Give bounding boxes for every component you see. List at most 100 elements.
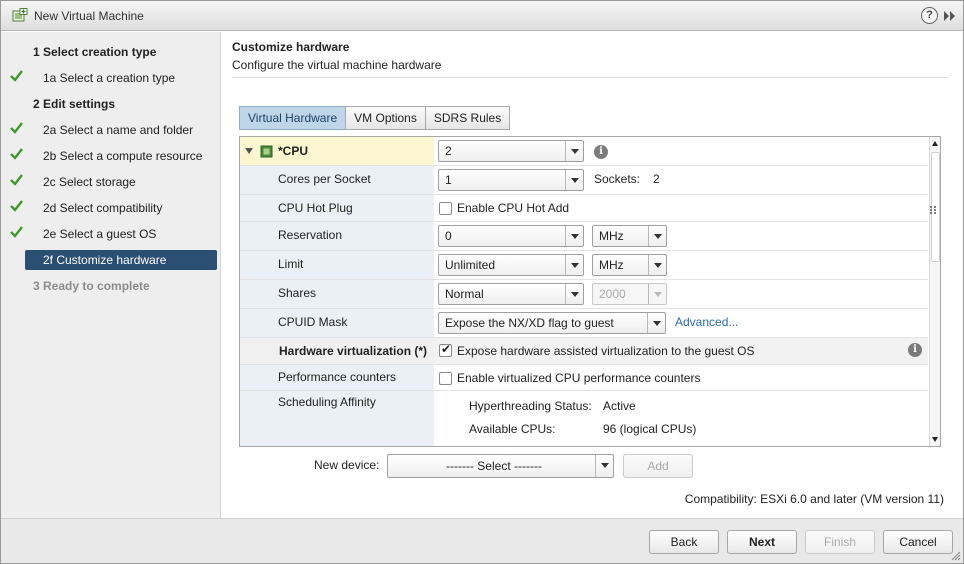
new-vm-dialog: New Virtual Machine ? 1 Select creation … [0, 0, 964, 564]
checkmark-icon [10, 148, 23, 160]
checkmark-icon [10, 226, 23, 238]
hw-virtualization-row: Hardware virtualization (*) Expose hardw… [240, 338, 928, 365]
perf-counters-checkbox-label[interactable]: Enable virtualized CPU performance count… [457, 371, 700, 385]
tab-virtual-hardware[interactable]: Virtual Hardware [239, 106, 347, 130]
splitter-grip-icon[interactable] [929, 205, 937, 215]
chevron-down-icon [595, 455, 613, 477]
dialog-footer: Back Next Finish Cancel [1, 518, 963, 563]
step-2b[interactable]: 2b Select a compute resource [10, 148, 203, 163]
step-label: 2a Select a name and folder [43, 123, 194, 137]
cpu-hot-add-label[interactable]: Enable CPU Hot Add [457, 201, 569, 215]
step-2f-active[interactable]: 2f Customize hardware [25, 250, 217, 270]
ht-status-value: Active [603, 399, 636, 413]
step-1a[interactable]: 1a Select a creation type [10, 70, 175, 85]
chevron-down-icon [565, 284, 583, 304]
limit-input[interactable]: Unlimited [438, 254, 584, 276]
info-icon[interactable]: i [594, 145, 608, 159]
page-title: Customize hardware [232, 40, 350, 54]
step-label: 2b Select a compute resource [43, 149, 203, 163]
cores-label: Cores per Socket [278, 172, 371, 186]
shares-select[interactable]: Normal [438, 283, 584, 305]
help-icon[interactable]: ? [921, 7, 938, 24]
new-device-label: New device: [314, 458, 380, 472]
available-cpus-value: 96 (logical CPUs) [603, 422, 697, 436]
ht-status-label: Hyperthreading Status: [469, 399, 592, 413]
step-2d[interactable]: 2d Select compatibility [10, 200, 162, 215]
tab-bar: Virtual Hardware VM Options SDRS Rules [239, 106, 511, 130]
cpu-label-cell: *CPU [240, 137, 434, 165]
step-label: 2c Select storage [43, 175, 136, 189]
expand-triangle-icon[interactable] [245, 148, 253, 154]
shares-label: Shares [278, 286, 317, 300]
hw-virt-checkbox[interactable] [439, 342, 452, 357]
finish-button[interactable]: Finish [805, 530, 875, 554]
cpuid-mask-row: CPUID Mask Expose the NX/XD flag to gues… [240, 309, 928, 338]
main-content: Customize hardware Configure the virtual… [222, 32, 963, 518]
new-device-select[interactable]: ------- Select ------- [387, 454, 614, 478]
cores-per-socket-select[interactable]: 1 [438, 169, 584, 191]
hot-plug-label: CPU Hot Plug [278, 201, 353, 215]
hardware-grid: *CPU 2 i Cores per Socket 1 Sockets: 2 C… [239, 136, 941, 447]
label-cell: Hardware virtualization (*) [240, 338, 434, 364]
chevron-down-icon [565, 255, 583, 275]
reservation-input[interactable]: 0 [438, 225, 584, 247]
resize-handle-icon[interactable] [951, 551, 961, 561]
grid-scrollbar[interactable] [929, 137, 940, 446]
sockets-label: Sockets: [594, 172, 641, 186]
scroll-up-icon[interactable] [930, 137, 940, 151]
chevron-down-icon [565, 141, 583, 161]
reservation-unit: MHz [599, 229, 624, 243]
cpu-chip-icon [260, 145, 273, 158]
cancel-button[interactable]: Cancel [883, 530, 953, 554]
perf-counters-checkbox[interactable] [439, 372, 452, 385]
limit-row: Limit Unlimited MHz [240, 251, 928, 280]
back-button[interactable]: Back [649, 530, 719, 554]
step-2e[interactable]: 2e Select a guest OS [10, 226, 156, 241]
step-1-header: 1 Select creation type [33, 45, 157, 59]
dialog-title: New Virtual Machine [34, 9, 144, 23]
step-2a[interactable]: 2a Select a name and folder [10, 122, 194, 137]
cpu-hot-add-checkbox[interactable] [439, 202, 452, 215]
tab-vm-options[interactable]: VM Options [345, 106, 426, 130]
collapse-icon[interactable] [943, 10, 957, 22]
cpu-hot-plug-row: CPU Hot Plug Enable CPU Hot Add [240, 195, 928, 222]
divider [232, 77, 947, 78]
cores-value: 1 [445, 173, 452, 187]
advanced-link[interactable]: Advanced... [675, 315, 738, 329]
limit-unit-select[interactable]: MHz [592, 254, 667, 276]
cpu-label: *CPU [278, 144, 309, 158]
cpuid-label: CPUID Mask [278, 315, 348, 329]
hw-virt-checkbox-label[interactable]: Expose hardware assisted virtualization … [457, 344, 755, 358]
chevron-down-icon [648, 255, 666, 275]
title-bar: New Virtual Machine ? [1, 1, 963, 31]
label-cell: Performance counters [240, 365, 434, 390]
reservation-unit-select[interactable]: MHz [592, 225, 667, 247]
shares-amount: 2000 [599, 287, 626, 301]
cpuid-mask-select[interactable]: Expose the NX/XD flag to guest [438, 312, 666, 334]
available-cpus-label: Available CPUs: [469, 422, 556, 436]
step-2c[interactable]: 2c Select storage [10, 174, 136, 189]
label-cell: Cores per Socket [240, 166, 434, 194]
cpu-count-select[interactable]: 2 [438, 140, 584, 162]
cpu-row: *CPU 2 i [240, 137, 928, 166]
vm-wizard-icon [12, 8, 28, 22]
page-subtitle: Configure the virtual machine hardware [232, 58, 442, 72]
checkmark-icon [10, 122, 23, 134]
reservation-row: Reservation 0 MHz [240, 222, 928, 251]
compatibility-text: Compatibility: ESXi 6.0 and later (VM ve… [684, 492, 944, 506]
next-button[interactable]: Next [727, 530, 797, 554]
label-cell: Shares [240, 280, 434, 308]
shares-value: Normal [445, 287, 484, 301]
checkmark-icon [10, 174, 23, 186]
step-3: 3 Ready to complete [33, 279, 150, 293]
sched-affinity-label: Scheduling Affinity [278, 395, 376, 409]
limit-label: Limit [278, 257, 304, 271]
info-icon[interactable]: i [908, 343, 922, 357]
label-cell: Scheduling Affinity [240, 391, 434, 446]
scroll-down-icon[interactable] [930, 432, 940, 446]
scheduling-affinity-row: Scheduling Affinity Hyperthreading Statu… [240, 391, 928, 446]
add-device-button[interactable]: Add [623, 454, 693, 478]
step-2-header: 2 Edit settings [33, 97, 116, 111]
cpuid-value: Expose the NX/XD flag to guest [445, 316, 614, 330]
tab-sdrs-rules[interactable]: SDRS Rules [424, 106, 511, 130]
